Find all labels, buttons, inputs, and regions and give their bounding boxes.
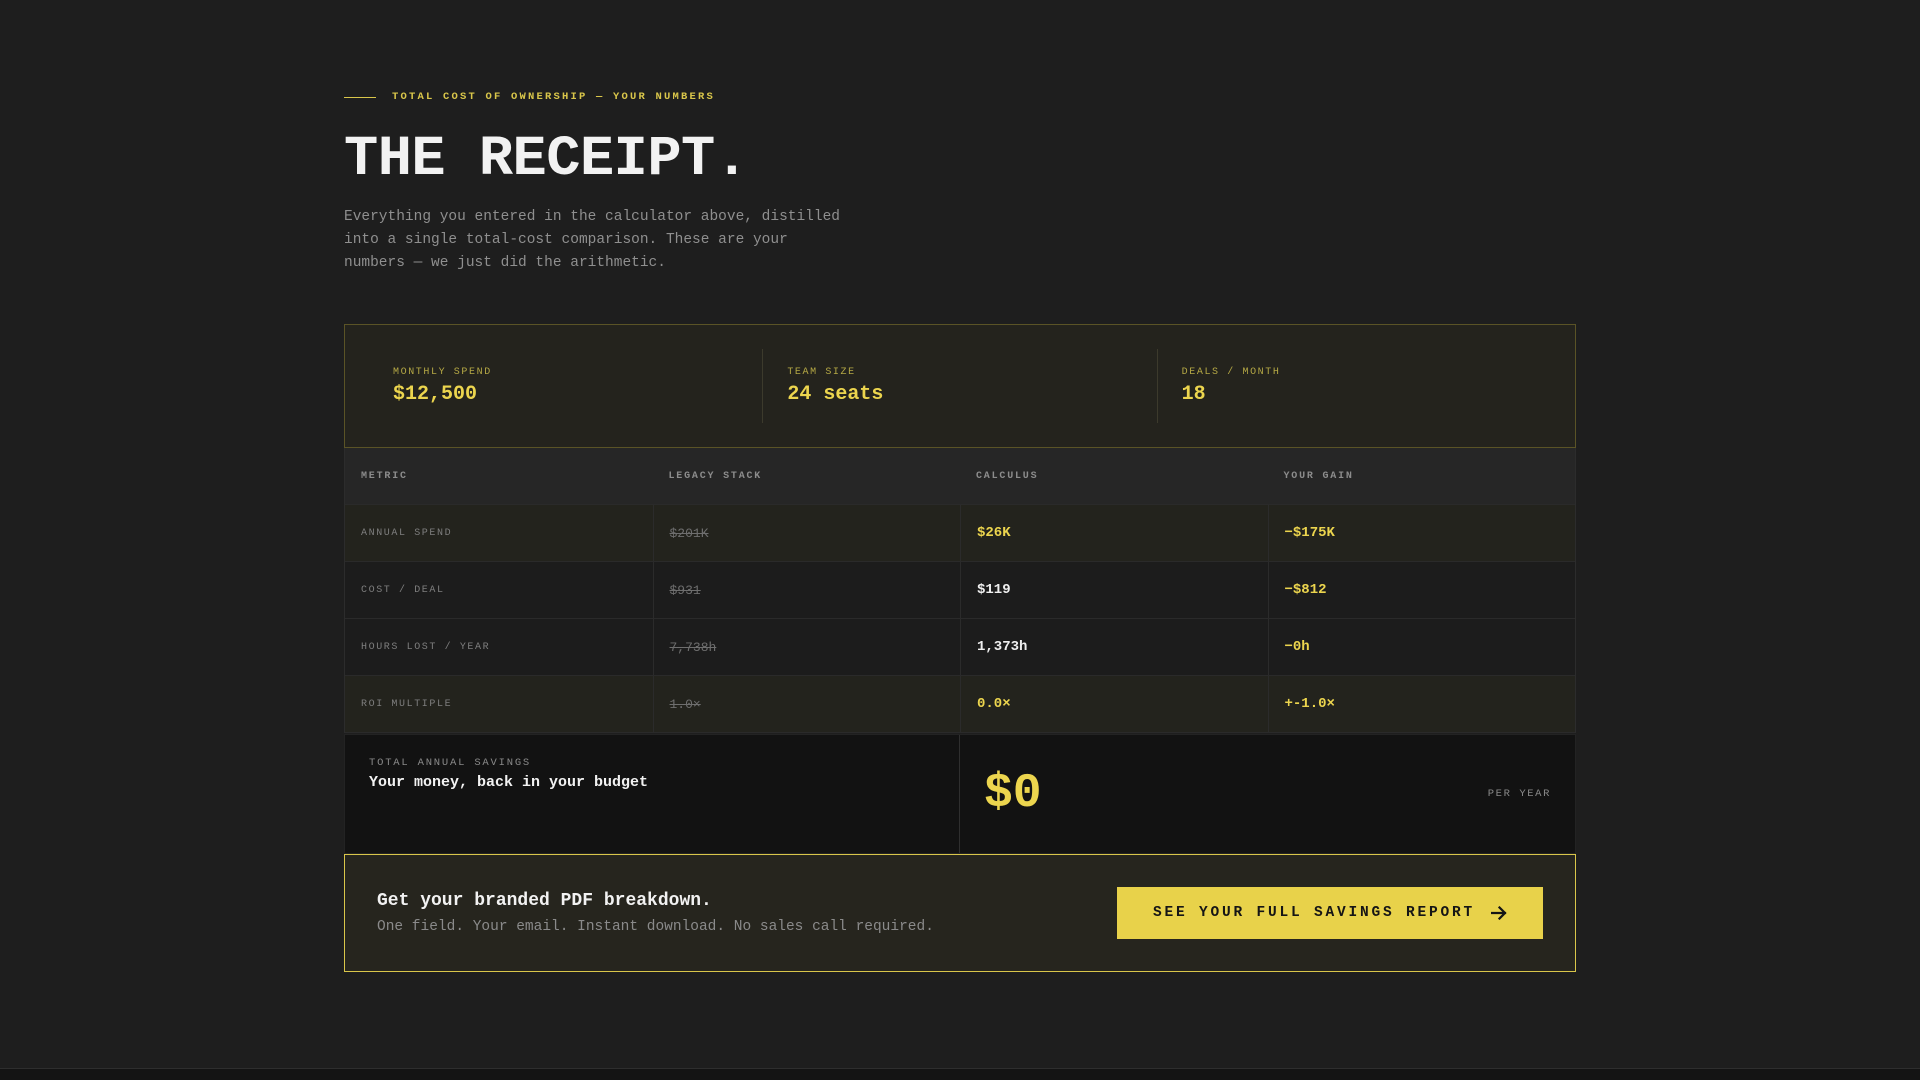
footer-band — [0, 1069, 1920, 1080]
metric-cell: COST / DEAL — [361, 584, 445, 596]
column-header-calculus: CALCULUS — [976, 470, 1039, 482]
arrow-right-icon — [1491, 906, 1507, 920]
calculus-cell: $119 — [960, 562, 1268, 618]
gain-value: +-1.0× — [1284, 696, 1335, 712]
total-savings-unit: PER YEAR — [1487, 788, 1551, 800]
gain-cell: −$812 — [1267, 562, 1576, 618]
pdf-report-cta: Get your branded PDF breakdown. One fiel… — [344, 854, 1576, 972]
calculus-value: $119 — [977, 582, 1011, 598]
eyebrow-text: TOTAL COST OF OWNERSHIP — YOUR NUMBERS — [392, 91, 716, 103]
total-savings-subtitle: Your money, back in your budget — [369, 774, 649, 791]
gain-value: −0h — [1284, 639, 1310, 655]
legacy-cell: $201K — [652, 505, 961, 561]
metric-cell: HOURS LOST / YEAR — [361, 641, 491, 653]
input-value: 24 seats — [787, 382, 884, 406]
total-savings-label: TOTAL ANNUAL SAVINGS — [369, 757, 532, 769]
input-monthly-spend: MONTHLY SPEND $12,500 — [369, 349, 762, 423]
gain-cell: +-1.0× — [1267, 676, 1576, 732]
legacy-value: 1.0× — [669, 696, 701, 712]
total-savings-figure: $0 PER YEAR — [960, 735, 1575, 853]
cta-copy: Get your branded PDF breakdown. One fiel… — [377, 891, 934, 935]
input-team-size: TEAM SIZE 24 seats — [762, 349, 1156, 423]
gain-value: −$175K — [1284, 525, 1335, 541]
savings-report-button[interactable]: SEE YOUR FULL SAVINGS REPORT — [1117, 887, 1543, 939]
legacy-cell: $931 — [652, 562, 961, 618]
calculus-value: 1,373h — [977, 639, 1028, 655]
metric-cell: ANNUAL SPEND — [361, 527, 453, 539]
column-header-legacy: LEGACY STACK — [668, 470, 763, 482]
legacy-cell: 7,738h — [652, 619, 961, 675]
savings-report-button-label: SEE YOUR FULL SAVINGS REPORT — [1152, 905, 1476, 921]
input-label: DEALS / MONTH — [1181, 366, 1281, 378]
cta-subtitle: One field. Your email. Instant download.… — [377, 919, 934, 935]
section-eyebrow: TOTAL COST OF OWNERSHIP — YOUR NUMBERS — [344, 91, 715, 103]
cta-title: Get your branded PDF breakdown. — [377, 891, 712, 911]
input-label: TEAM SIZE — [787, 366, 856, 378]
section-intro: Everything you entered in the calculator… — [344, 209, 840, 271]
calculus-value: $26K — [977, 525, 1011, 541]
input-deals-per-month: DEALS / MONTH 18 — [1156, 349, 1551, 423]
gain-cell: −0h — [1267, 619, 1576, 675]
gain-value: −$812 — [1284, 582, 1327, 598]
page-title: THE RECEIPT. — [344, 128, 749, 192]
table-header-row: METRIC LEGACY STACK CALCULUS YOUR GAIN — [345, 448, 1575, 505]
legacy-cell: 1.0× — [652, 676, 961, 732]
table-row: ROI MULTIPLE 1.0× 0.0× +-1.0× — [345, 676, 1575, 733]
eyebrow-rule — [344, 96, 376, 98]
legacy-value: $931 — [669, 582, 701, 598]
calculus-cell: 0.0× — [960, 676, 1268, 732]
legacy-value: 7,738h — [669, 639, 717, 655]
calculus-cell: $26K — [960, 505, 1268, 561]
calculus-value: 0.0× — [977, 696, 1011, 712]
input-label: MONTHLY SPEND — [393, 366, 492, 378]
total-savings-caption: TOTAL ANNUAL SAVINGS Your money, back in… — [345, 735, 960, 853]
legacy-value: $201K — [669, 525, 709, 541]
comparison-table: METRIC LEGACY STACK CALCULUS YOUR GAIN A… — [344, 448, 1576, 733]
gain-cell: −$175K — [1267, 505, 1576, 561]
table-row: ANNUAL SPEND $201K $26K −$175K — [345, 505, 1575, 562]
input-value: $12,500 — [393, 382, 478, 406]
table-row: HOURS LOST / YEAR 7,738h 1,373h −0h — [345, 619, 1575, 676]
total-savings-panel: TOTAL ANNUAL SAVINGS Your money, back in… — [344, 734, 1576, 854]
total-savings-value: $0 — [984, 767, 1042, 821]
column-header-metric: METRIC — [361, 470, 408, 482]
table-row: COST / DEAL $931 $119 −$812 — [345, 562, 1575, 619]
column-header-gain: YOUR GAIN — [1283, 470, 1354, 482]
calculus-cell: 1,373h — [960, 619, 1268, 675]
metric-cell: ROI MULTIPLE — [361, 698, 453, 710]
input-summary: MONTHLY SPEND $12,500 TEAM SIZE 24 seats… — [344, 324, 1576, 448]
input-value: 18 — [1181, 382, 1206, 406]
page: TOTAL COST OF OWNERSHIP — YOUR NUMBERS T… — [0, 0, 1920, 1080]
